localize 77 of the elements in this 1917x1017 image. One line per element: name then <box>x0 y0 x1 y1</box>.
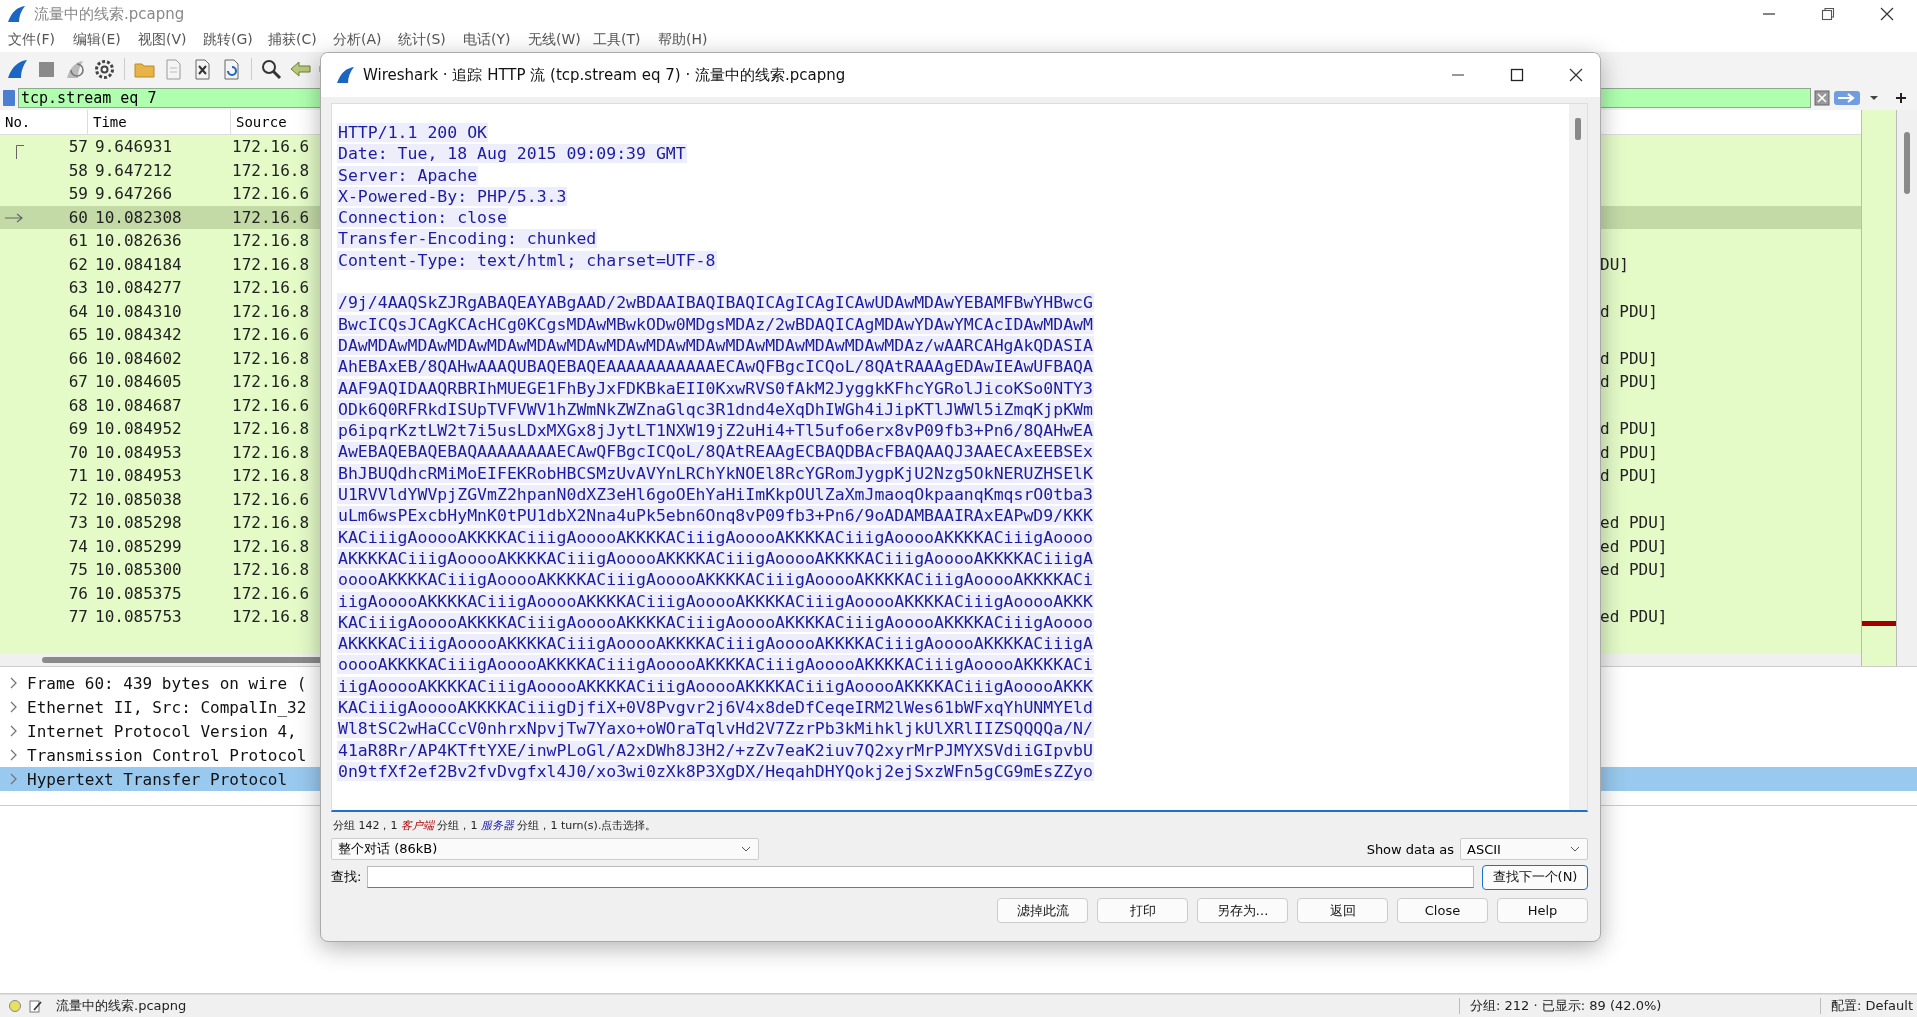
show-data-label: Show data as <box>1366 841 1454 857</box>
packet-number: 71 <box>68 466 88 485</box>
packet-time: 10.085299 <box>95 536 182 556</box>
packet-time: 9.647266 <box>95 184 173 203</box>
packet-info: d PDU] <box>1600 348 1658 368</box>
packet-time: 10.082636 <box>95 231 182 250</box>
packet-number: 59 <box>68 184 88 203</box>
packet-time: 9.646931 <box>95 137 173 156</box>
packet-number: 62 <box>68 254 88 274</box>
packet-source: 172.16.8 <box>232 442 310 462</box>
detail-text: Ethernet II, Src: CompalIn_32 <box>27 697 307 717</box>
packet-time: 10.085298 <box>95 513 182 532</box>
packet-source: 172.16.8 <box>232 160 310 180</box>
packet-source: 172.16.6 <box>232 207 310 227</box>
packet-source: 172.16.8 <box>232 301 310 321</box>
packet-source: 172.16.6 <box>232 489 310 509</box>
packet-time: 10.082308 <box>95 207 182 227</box>
detail-text: Hypertext Transfer Protocol <box>27 769 288 789</box>
packet-time: 10.084605 <box>95 372 182 391</box>
packet-time: 10.084310 <box>95 301 182 321</box>
packet-source: 172.16.6 <box>232 137 310 156</box>
packet-time: 10.085038 <box>95 489 182 509</box>
packet-source: 172.16.8 <box>232 372 310 391</box>
packet-time: 10.084342 <box>95 325 182 344</box>
packet-source: 172.16.8 <box>232 466 310 485</box>
detail-text: Frame 60: 439 bytes on wire ( <box>27 673 307 693</box>
packet-time: 10.084953 <box>95 442 182 462</box>
packet-number: 73 <box>68 513 88 532</box>
packet-source: 172.16.6 <box>232 325 310 344</box>
packet-count: 分组: 212 · 已显示: 89 (42.0%) <box>1470 997 1663 1015</box>
packet-number: 74 <box>68 536 88 556</box>
find-label: 查找: <box>331 868 362 886</box>
packet-number: 57 <box>68 137 88 156</box>
packet-number: 72 <box>68 489 88 509</box>
packet-time: 10.084687 <box>95 395 182 415</box>
packet-number: 60 <box>68 207 88 227</box>
packet-time: 10.085753 <box>95 607 182 626</box>
packet-time: 10.085375 <box>95 583 182 603</box>
packet-number: 58 <box>68 160 88 180</box>
packet-source: 172.16.8 <box>232 536 310 556</box>
packet-number: 68 <box>68 395 88 415</box>
packet-number: 64 <box>68 301 88 321</box>
window-title: 流量中的线索.pcapng <box>34 4 186 24</box>
detail-text: Internet Protocol Version 4, <box>27 721 297 741</box>
packet-source: 172.16.6 <box>232 395 310 415</box>
packet-time: 10.084953 <box>95 466 182 485</box>
packet-info: ed PDU] <box>1600 560 1668 579</box>
packet-number: 70 <box>68 442 88 462</box>
packet-number: 61 <box>68 231 88 250</box>
packet-time: 10.084184 <box>95 254 182 274</box>
packet-time: 10.084952 <box>95 419 182 438</box>
packet-number: 77 <box>68 607 88 626</box>
packet-source: 172.16.6 <box>232 278 310 297</box>
packet-source: 172.16.8 <box>232 513 310 532</box>
packet-number: 63 <box>68 278 88 297</box>
dialog-title: Wireshark · 追踪 HTTP 流 (tcp.stream eq 7) · 流量中的线索.pcapng <box>363 65 847 85</box>
packet-number: 69 <box>68 419 88 438</box>
packet-source: 172.16.8 <box>232 560 310 579</box>
packet-source: 172.16.8 <box>232 607 310 626</box>
packet-source: 172.16.8 <box>232 231 310 250</box>
capture-file-name: 流量中的线索.pcapng <box>56 997 188 1015</box>
packet-source: 172.16.8 <box>232 254 310 274</box>
packet-source: 172.16.6 <box>232 583 310 603</box>
packet-time: 9.647212 <box>95 160 173 180</box>
packet-number: 65 <box>68 325 88 344</box>
packet-source: 172.16.8 <box>232 419 310 438</box>
packet-number: 76 <box>68 583 88 603</box>
packet-time: 10.085300 <box>95 560 182 579</box>
packet-number: 67 <box>68 372 88 391</box>
packet-number: 66 <box>68 348 88 368</box>
packet-time: 10.084602 <box>95 348 182 368</box>
packet-number: 75 <box>68 560 88 579</box>
detail-text: Transmission Control Protocol <box>27 745 307 765</box>
packet-source: 172.16.8 <box>232 348 310 368</box>
packet-source: 172.16.6 <box>232 184 310 203</box>
packet-time: 10.084277 <box>95 278 182 297</box>
stream-summary: 分组 142，1 客户端 分组，1 服务器 分组，1 turn(s).点击选择。 <box>333 818 658 834</box>
